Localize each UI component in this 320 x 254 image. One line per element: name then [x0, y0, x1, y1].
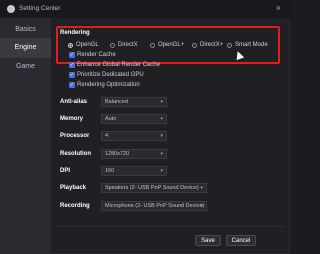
radio-directx-plus[interactable]: DirectX+: [192, 41, 223, 49]
processor-label: Processor: [60, 133, 90, 139]
memory-dropdown[interactable]: Auto ▾: [101, 114, 167, 124]
processor-dropdown[interactable]: 4 ▾: [101, 131, 167, 141]
memory-label: Memory: [60, 116, 84, 122]
checkbox-render-cache[interactable]: Render Cache: [69, 51, 116, 59]
checkbox-rendering-optimization[interactable]: Rendering Optimization: [69, 81, 140, 89]
settings-window: Setting Center × Basics Engine Game Rend…: [0, 0, 290, 254]
chevron-down-icon: ▾: [200, 185, 203, 191]
close-icon[interactable]: ×: [276, 3, 281, 13]
chevron-down-icon: ▾: [160, 133, 163, 139]
app-logo-icon: [7, 5, 15, 13]
dpi-dropdown[interactable]: 160 ▾: [101, 166, 167, 176]
dpi-label: DPI: [60, 168, 71, 174]
radio-opengl-plus[interactable]: OpenGL+: [150, 41, 184, 49]
cancel-button[interactable]: Cancel: [226, 235, 256, 246]
footer-divider: [56, 226, 284, 227]
radio-opengl[interactable]: OpenGL: [68, 41, 99, 49]
processor-value: 4: [105, 133, 109, 139]
recording-label: Recording: [60, 203, 90, 209]
resolution-value: 1280x720: [105, 151, 130, 157]
rendering-label: Rendering: [60, 30, 90, 36]
chevron-down-icon: ▾: [160, 168, 163, 174]
sidebar-item-game[interactable]: Game: [0, 57, 51, 77]
anti-alias-value: Balanced: [105, 99, 128, 105]
playback-label: Playback: [60, 185, 87, 191]
recording-value: Microphone (2- USB PnP Sound Device): [105, 203, 205, 209]
sidebar-item-engine[interactable]: Engine: [0, 38, 51, 58]
window-title: Setting Center: [19, 5, 61, 12]
radio-smart-mode[interactable]: Smart Mode: [227, 41, 268, 49]
radio-directx[interactable]: DirectX: [110, 41, 138, 49]
save-button[interactable]: Save: [195, 235, 221, 246]
sidebar-item-basics[interactable]: Basics: [0, 20, 51, 40]
resolution-label: Resolution: [60, 151, 91, 157]
anti-alias-dropdown[interactable]: Balanced ▾: [101, 97, 167, 107]
title-bar: Setting Center ×: [0, 0, 290, 18]
sidebar: Basics Engine Game: [0, 18, 51, 254]
memory-value: Auto: [105, 116, 117, 122]
resolution-dropdown[interactable]: 1280x720 ▾: [101, 149, 167, 159]
chevron-down-icon: ▾: [160, 99, 163, 105]
chevron-down-icon: ▾: [160, 151, 163, 157]
chevron-down-icon: ▾: [200, 203, 203, 209]
checkbox-prioritize-dedicated-gpu[interactable]: Prioritize Dedicated GPU: [69, 71, 144, 79]
playback-value: Speakers (2- USB PnP Sound Device): [105, 185, 199, 191]
chevron-down-icon: ▾: [160, 116, 163, 122]
playback-dropdown[interactable]: Speakers (2- USB PnP Sound Device) ▾: [101, 183, 207, 193]
dpi-value: 160: [105, 168, 115, 174]
anti-alias-label: Anti-alias: [60, 99, 88, 105]
checkbox-enhance-global-render-cache[interactable]: Enhance Global Render Cache: [69, 61, 160, 69]
recording-dropdown[interactable]: Microphone (2- USB PnP Sound Device) ▾: [101, 201, 207, 211]
